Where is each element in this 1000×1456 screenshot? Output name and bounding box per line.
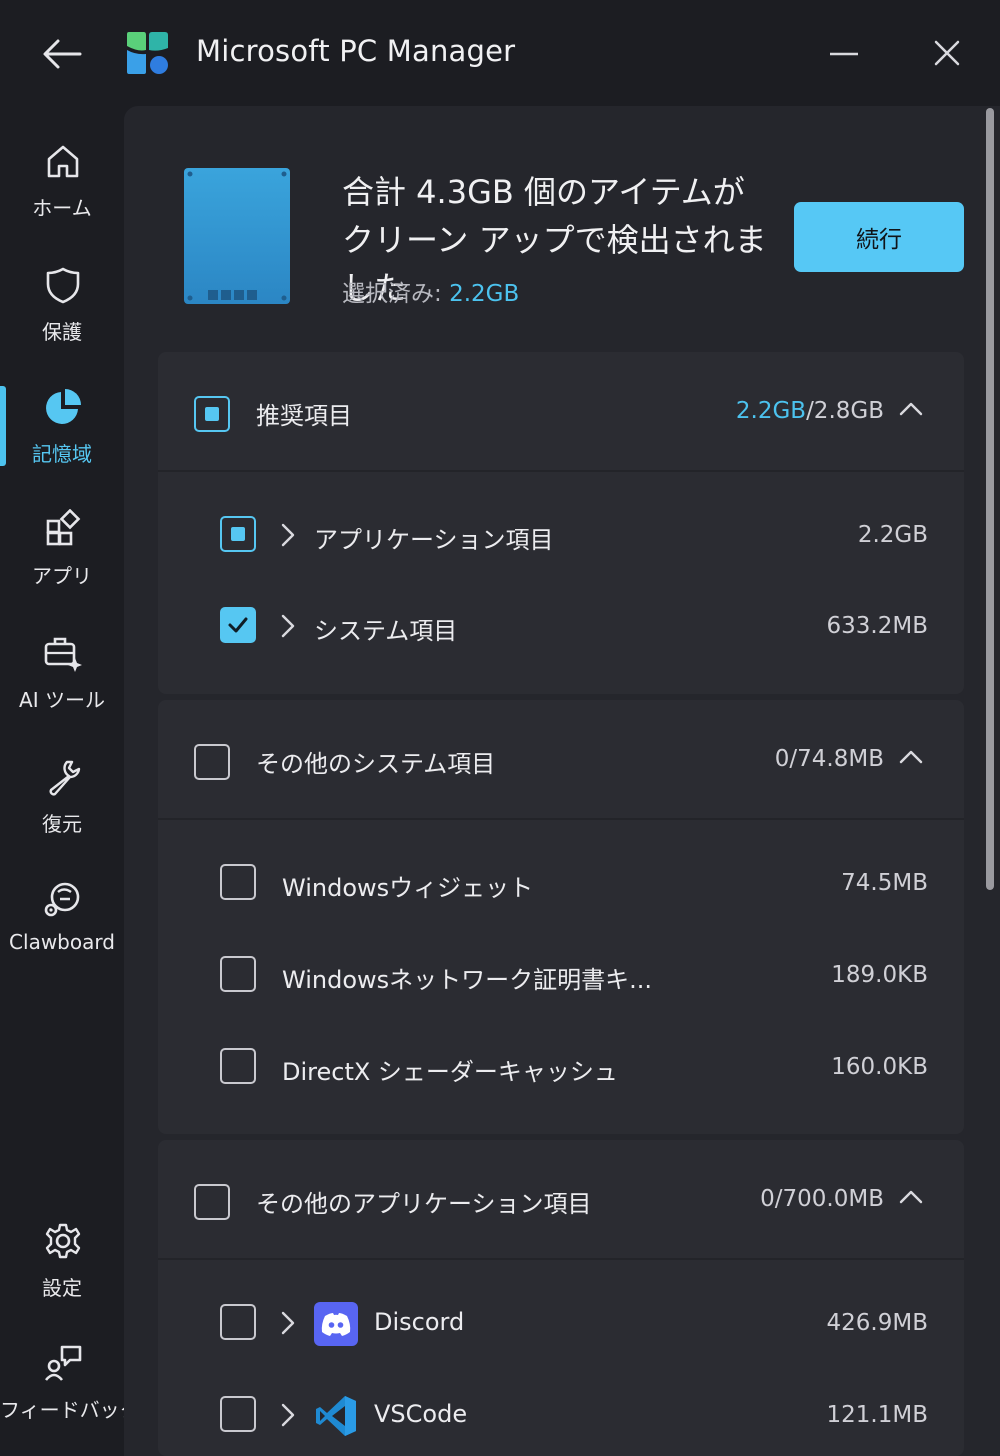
checkmark-icon: [228, 617, 248, 633]
feedback-icon: [42, 1342, 84, 1384]
vertical-scrollbar[interactable]: [986, 108, 994, 890]
chevron-up-icon[interactable]: [898, 744, 924, 770]
section-size-selected: 2.2GB: [735, 398, 807, 424]
minimize-button[interactable]: [822, 32, 866, 76]
nav-label: フィードバック: [0, 1398, 140, 1422]
section-recommended: 推奨項目 2.2GB/2.8GB アプリケーション項目 2.2GB システム項目…: [158, 352, 964, 694]
minimize-icon: [830, 52, 858, 56]
item-label: Windowsネットワーク証明書キ...: [282, 966, 653, 994]
section-header[interactable]: その他のアプリケーション項目 0/700.0MB: [158, 1140, 964, 1260]
item-checkbox[interactable]: [220, 956, 256, 992]
item-label: Windowsウィジェット: [282, 874, 534, 902]
nav-ai-tools[interactable]: AI ツール: [0, 632, 124, 742]
wrench-icon: [42, 756, 84, 798]
sidebar: ホーム 保護 記憶域 アプリ AI ツール 復元 Clawboard 設定 フィ…: [0, 106, 140, 1456]
section-title: 推奨項目: [256, 402, 352, 430]
section-checkbox[interactable]: [194, 1184, 230, 1220]
title-bar: Microsoft PC Manager: [0, 0, 1000, 106]
item-size: 121.1MB: [826, 1402, 928, 1428]
nav-label: 復元: [42, 812, 82, 836]
item-checkbox[interactable]: [220, 1048, 256, 1084]
gear-icon: [42, 1220, 84, 1262]
list-item[interactable]: VSCode 121.1MB: [158, 1370, 964, 1456]
shield-icon: [42, 264, 84, 306]
discord-icon: [314, 1302, 358, 1346]
item-size: 426.9MB: [826, 1310, 928, 1336]
selected-size-line: 選択済み: 2.2GB: [342, 274, 519, 308]
nav-label: 設定: [42, 1276, 82, 1300]
section-checkbox[interactable]: [194, 396, 230, 432]
item-size: 74.5MB: [841, 870, 928, 896]
back-button[interactable]: [36, 30, 88, 78]
item-label: DirectX シェーダーキャッシュ: [282, 1058, 618, 1086]
home-icon: [42, 140, 84, 182]
close-button[interactable]: [924, 30, 970, 76]
section-other-system: その他のシステム項目 0/74.8MB Windowsウィジェット 74.5MB…: [158, 700, 964, 1134]
item-size: 633.2MB: [826, 613, 928, 639]
nav-label: ホーム: [32, 196, 92, 220]
list-item[interactable]: システム項目 633.2MB: [158, 581, 964, 671]
list-item[interactable]: アプリケーション項目 2.2GB: [158, 490, 964, 580]
item-checkbox[interactable]: [220, 1396, 256, 1432]
nav-clawboard[interactable]: Clawboard: [0, 878, 124, 988]
ai-toolbox-icon: [42, 632, 84, 674]
list-item[interactable]: Discord 426.9MB: [158, 1278, 964, 1368]
item-label: Discord: [374, 1308, 465, 1336]
nav-apps[interactable]: アプリ: [0, 508, 124, 618]
nav-recovery[interactable]: 復元: [0, 756, 124, 866]
close-icon: [934, 40, 960, 66]
section-header[interactable]: 推奨項目 2.2GB/2.8GB: [158, 352, 964, 472]
storage-drive-icon: [184, 168, 290, 304]
section-title: その他のアプリケーション項目: [256, 1190, 592, 1218]
list-item[interactable]: DirectX シェーダーキャッシュ 160.0KB: [158, 1022, 964, 1112]
item-label: VSCode: [374, 1400, 468, 1428]
window-title: Microsoft PC Manager: [196, 34, 516, 68]
section-header[interactable]: その他のシステム項目 0/74.8MB: [158, 700, 964, 820]
section-other-apps: その他のアプリケーション項目 0/700.0MB Discord 426.9MB…: [158, 1140, 964, 1456]
section-title: その他のシステム項目: [256, 750, 496, 778]
nav-protection[interactable]: 保護: [0, 264, 124, 374]
nav-label: 保護: [42, 320, 82, 344]
chevron-right-icon[interactable]: [278, 613, 298, 639]
chevron-up-icon[interactable]: [898, 396, 924, 422]
item-label: アプリケーション項目: [314, 526, 554, 554]
back-arrow-icon: [43, 39, 82, 69]
chevron-up-icon[interactable]: [898, 1184, 924, 1210]
chevron-right-icon[interactable]: [278, 1310, 298, 1336]
nav-feedback[interactable]: フィードバック: [0, 1342, 140, 1452]
section-size: 2.2GB/2.8GB: [736, 398, 884, 424]
item-label: システム項目: [314, 617, 458, 645]
item-size: 2.2GB: [857, 522, 928, 548]
continue-button[interactable]: 続行: [794, 202, 964, 272]
item-checkbox[interactable]: [220, 1304, 256, 1340]
list-item[interactable]: Windowsウィジェット 74.5MB: [158, 838, 964, 928]
chevron-right-icon[interactable]: [278, 1402, 298, 1428]
nav-storage[interactable]: 記憶域: [0, 386, 124, 496]
nav-label: Clawboard: [9, 930, 115, 954]
vscode-icon: [316, 1396, 356, 1436]
item-checkbox[interactable]: [220, 607, 256, 643]
section-size: 0/700.0MB: [760, 1186, 884, 1212]
nav-label: アプリ: [32, 564, 92, 588]
apps-icon: [42, 508, 84, 550]
nav-settings[interactable]: 設定: [0, 1220, 124, 1330]
nav-label: AI ツール: [19, 688, 105, 712]
item-checkbox[interactable]: [220, 516, 256, 552]
selected-size-value: 2.2GB: [449, 281, 520, 307]
selected-size-label: 選択済み:: [342, 281, 450, 307]
item-size: 160.0KB: [831, 1054, 928, 1080]
list-item[interactable]: Windowsネットワーク証明書キ... 189.0KB: [158, 930, 964, 1020]
section-checkbox[interactable]: [194, 744, 230, 780]
section-size: 0/74.8MB: [774, 746, 884, 772]
chevron-right-icon[interactable]: [278, 522, 298, 548]
section-size-total: /2.8GB: [806, 398, 884, 424]
pie-chart-icon: [42, 386, 84, 428]
nav-home[interactable]: ホーム: [0, 140, 124, 250]
item-size: 189.0KB: [831, 962, 928, 988]
app-logo-icon: [127, 32, 168, 74]
nav-label: 記憶域: [32, 442, 92, 466]
clawboard-icon: [42, 878, 84, 920]
item-checkbox[interactable]: [220, 864, 256, 900]
